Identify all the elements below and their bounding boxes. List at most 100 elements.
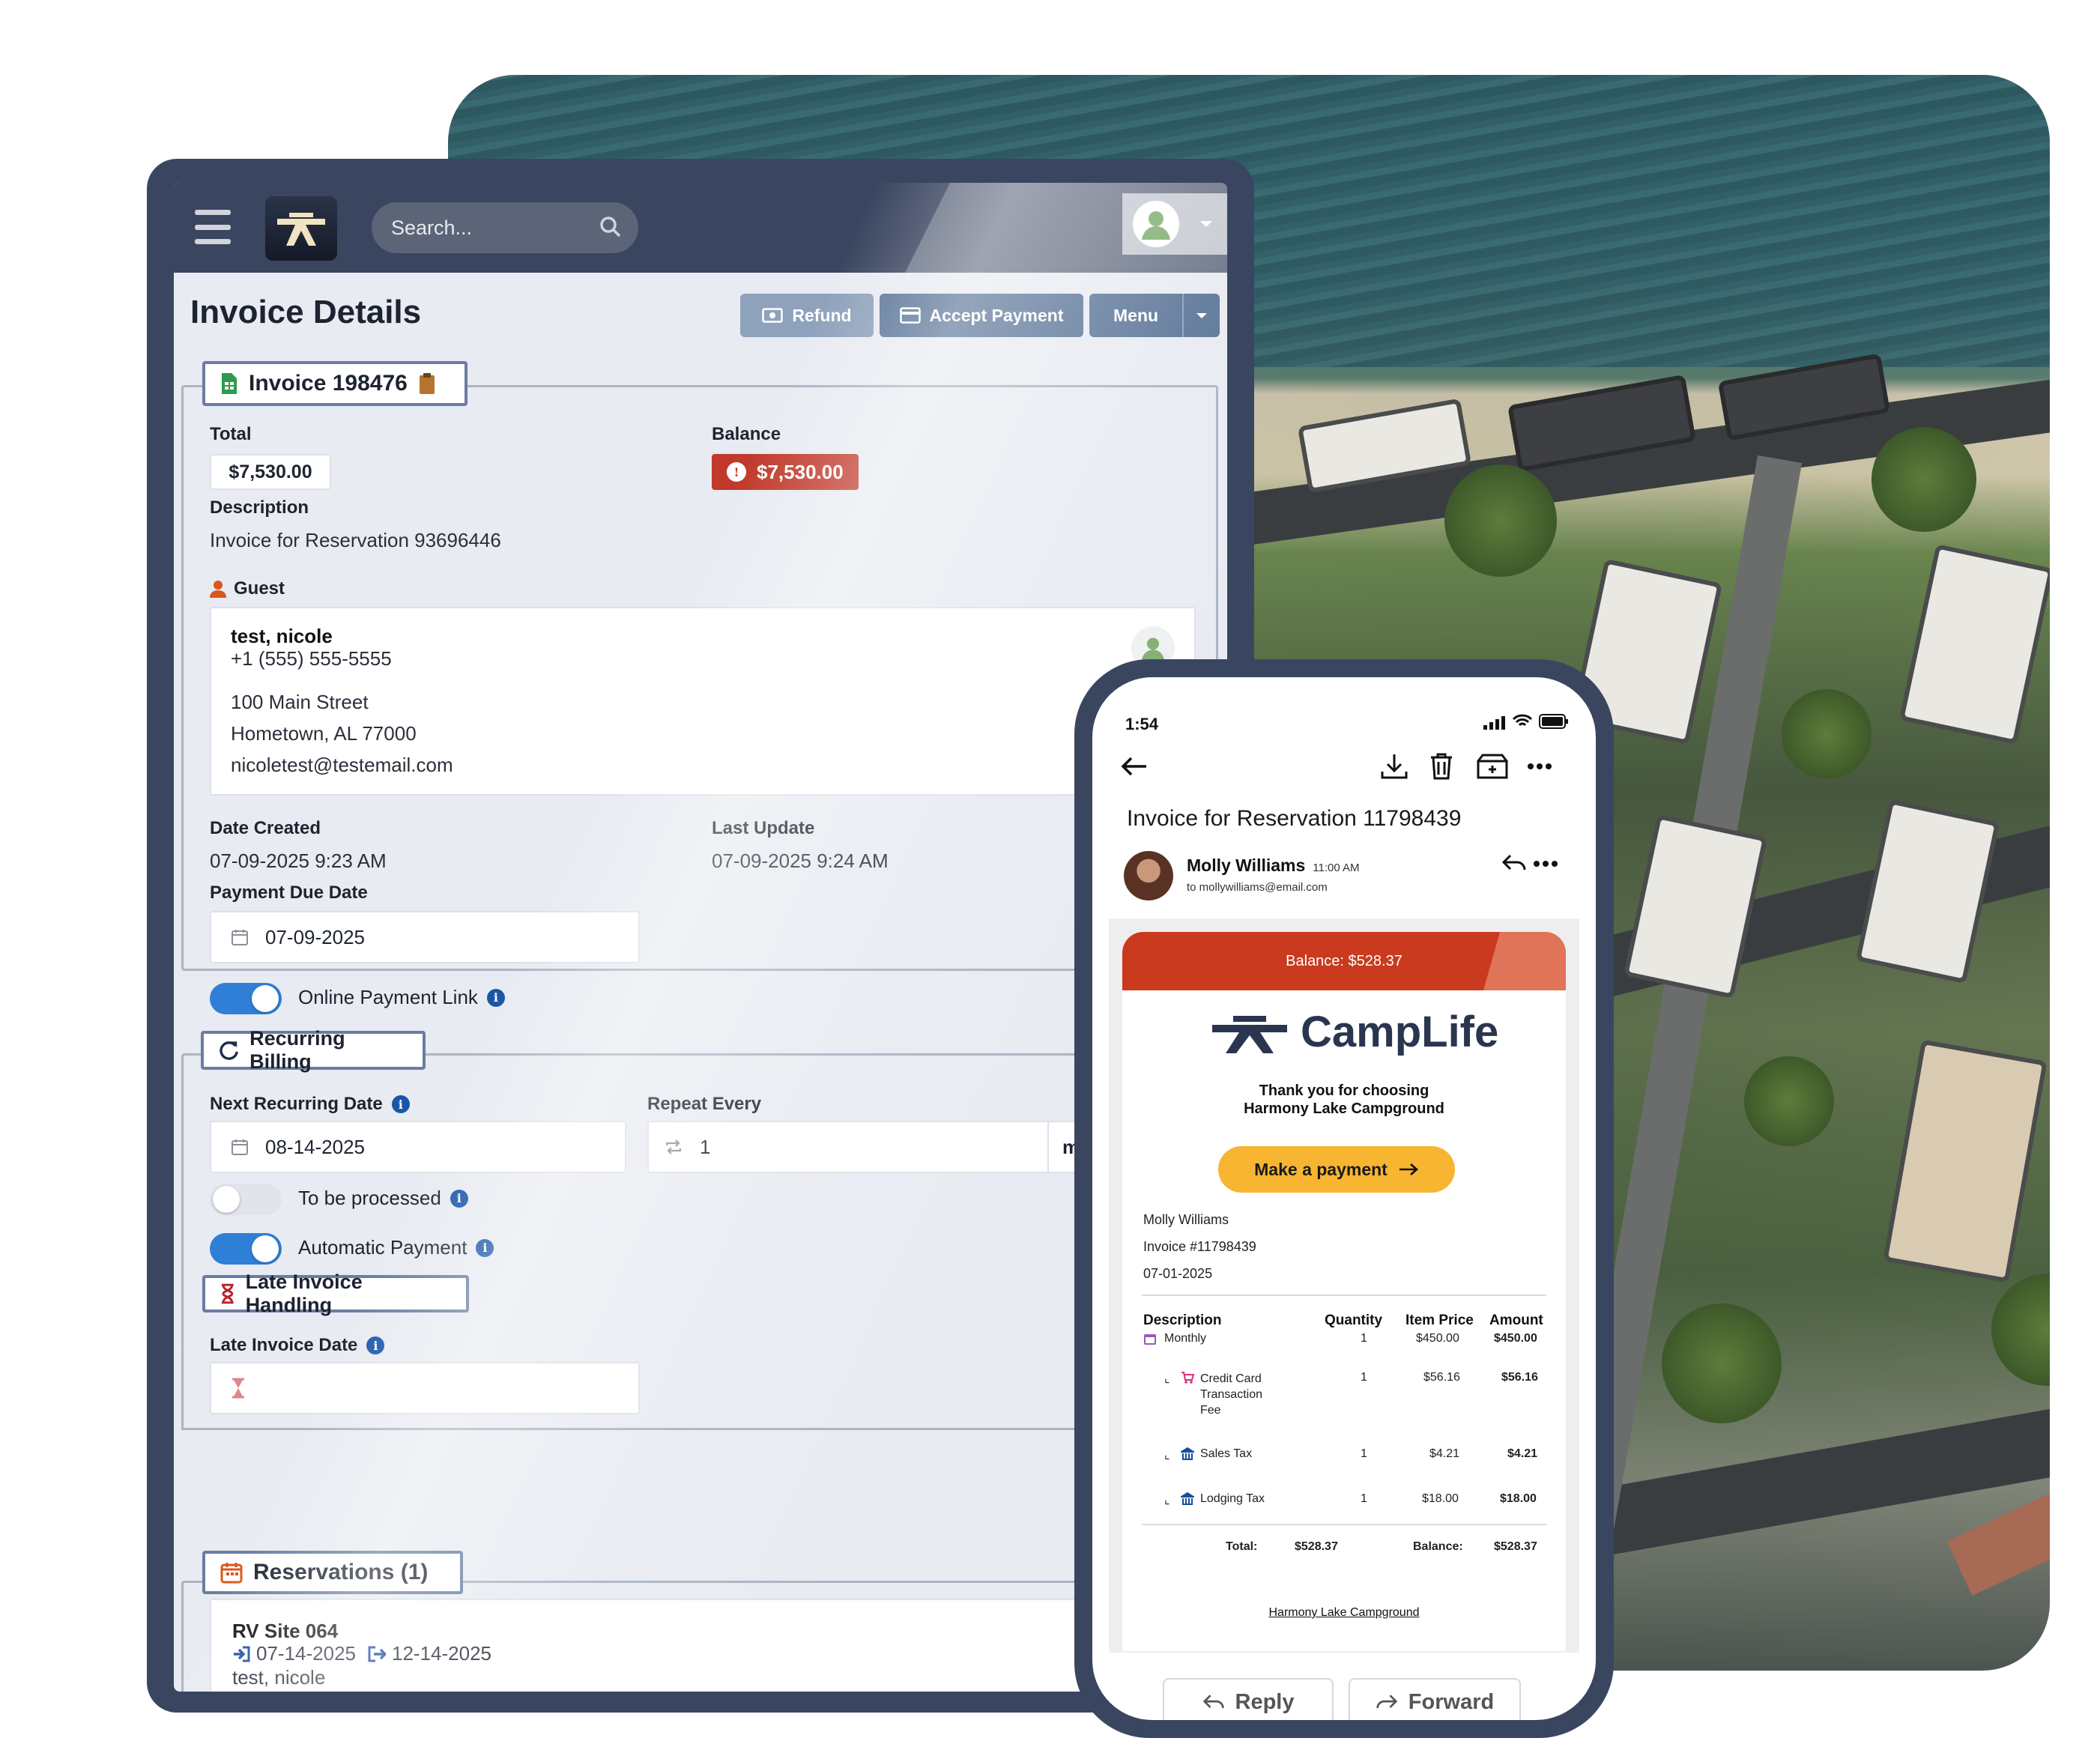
info-icon[interactable]: i — [450, 1189, 468, 1208]
more-options-icon[interactable] — [1533, 860, 1558, 868]
repeat-every-value: 1 — [700, 1135, 711, 1158]
marketing-composite: Search... Invoice Details Refund Accept … — [0, 0, 2100, 1747]
sub-item-marker: ⌞ — [1164, 1449, 1170, 1462]
line-item-amount: $18.00 — [1500, 1492, 1537, 1505]
archive-icon[interactable] — [1476, 752, 1509, 781]
guest-email[interactable]: nicoletest@testemail.com — [231, 754, 453, 777]
sender-avatar — [1124, 851, 1173, 900]
refund-label: Refund — [792, 305, 852, 325]
guest-name: test, nicole — [231, 625, 333, 647]
payment-due-date-input[interactable]: 07-09-2025 — [210, 911, 640, 963]
repeat-every-label: Repeat Every — [647, 1094, 762, 1114]
recipient-line: to mollywilliams@email.com — [1187, 881, 1328, 894]
online-payment-toggle[interactable] — [210, 983, 282, 1014]
total-label: Total — [210, 424, 252, 444]
calendar-icon — [220, 1563, 243, 1584]
battery-icon — [1539, 714, 1568, 729]
reservation-card[interactable]: RV Site 064 07-14-2025 12-14-2025 test, … — [210, 1599, 1196, 1692]
email-app-screen: 1:54 Invoice for Reservation 11798439 Mo… — [1092, 677, 1596, 1720]
sender-time: 11:00 AM — [1313, 862, 1360, 874]
automatic-payment-toggle[interactable] — [210, 1233, 282, 1265]
hamburger-menu-icon[interactable] — [195, 210, 231, 244]
line-item-amount: $450.00 — [1494, 1332, 1537, 1345]
late-invoice-date-label-row: Late Invoice Date i — [210, 1335, 385, 1356]
menu-dropdown-toggle[interactable] — [1182, 294, 1220, 337]
next-recurring-date-input[interactable]: 08-14-2025 — [210, 1121, 626, 1173]
bank-icon — [1181, 1447, 1194, 1460]
trash-icon[interactable] — [1429, 752, 1453, 781]
download-icon[interactable] — [1380, 752, 1408, 781]
invoice-legend: Invoice 198476 — [202, 361, 467, 406]
repeat-icon — [665, 1139, 682, 1154]
total-label: Total: — [1226, 1540, 1258, 1553]
info-icon[interactable]: i — [486, 988, 505, 1007]
email-subject: Invoice for Reservation 11798439 — [1127, 806, 1462, 831]
guest-label: Guest — [234, 578, 285, 599]
line-item-description: Lodging Tax — [1200, 1492, 1265, 1505]
cart-icon — [1181, 1372, 1194, 1384]
invoice-date: 07-01-2025 — [1143, 1266, 1213, 1281]
user-avatar-icon — [1133, 201, 1179, 247]
menu-button[interactable]: Menu — [1089, 294, 1220, 337]
reply-button[interactable]: Reply — [1163, 1678, 1334, 1720]
line-item-amount: $4.21 — [1507, 1447, 1538, 1460]
payment-due-label: Payment Due Date — [210, 882, 368, 903]
admin-app-screen: Search... Invoice Details Refund Accept … — [174, 183, 1227, 1692]
reservation-site: RV Site 064 — [232, 1620, 339, 1642]
reply-label: Reply — [1235, 1689, 1295, 1714]
top-navbar: Search... — [174, 183, 1227, 273]
online-payment-label-row: Online Payment Link i — [298, 986, 505, 1009]
customer-name: Molly Williams — [1143, 1212, 1229, 1227]
make-payment-label: Make a payment — [1254, 1159, 1388, 1179]
reply-icon — [1202, 1695, 1224, 1709]
column-description: Description — [1143, 1312, 1222, 1328]
more-options-icon[interactable] — [1527, 763, 1552, 770]
sender-name: Molly Williams — [1187, 856, 1306, 875]
reply-icon[interactable] — [1501, 854, 1527, 872]
next-recurring-date-value: 08-14-2025 — [265, 1135, 365, 1158]
late-section-border-bottom — [181, 1428, 1218, 1430]
clipboard-icon[interactable] — [418, 372, 436, 395]
line-item-quantity: 1 — [1361, 1332, 1367, 1345]
page-title: Invoice Details — [190, 294, 422, 330]
line-item-description-part: Credit Card — [1200, 1372, 1262, 1385]
camplife-logo-icon — [1212, 1015, 1287, 1053]
line-item-quantity: 1 — [1361, 1447, 1367, 1460]
late-invoice-date-input[interactable] — [210, 1362, 640, 1414]
back-arrow-icon[interactable] — [1121, 755, 1148, 778]
total-value: $528.37 — [1295, 1540, 1338, 1553]
line-item-amount: $56.16 — [1501, 1371, 1538, 1384]
sign-in-icon — [234, 1646, 250, 1662]
balance-label: Balance: — [1413, 1540, 1463, 1553]
invoice-number-line: Invoice #11798439 — [1143, 1239, 1256, 1254]
user-menu-button[interactable] — [1122, 193, 1227, 255]
thanks-message: Thank you for choosing Harmony Lake Camp… — [1122, 1082, 1566, 1118]
bank-icon — [1181, 1492, 1194, 1505]
refund-button[interactable]: Refund — [740, 294, 874, 337]
info-icon[interactable]: i — [366, 1336, 385, 1354]
guest-card[interactable]: test, nicole +1 (555) 555-5555 100 Main … — [210, 607, 1196, 796]
forward-icon — [1376, 1695, 1398, 1709]
camplife-logo[interactable] — [265, 196, 337, 261]
accept-payment-button[interactable]: Accept Payment — [880, 294, 1083, 337]
info-icon[interactable]: i — [391, 1095, 410, 1113]
campground-link[interactable]: Harmony Lake Campground — [1122, 1606, 1566, 1620]
signal-icon — [1483, 716, 1505, 730]
search-input[interactable]: Search... — [372, 202, 638, 253]
line-item-price: $56.16 — [1423, 1371, 1460, 1384]
info-icon[interactable]: i — [476, 1238, 494, 1257]
online-payment-label: Online Payment Link — [298, 986, 478, 1008]
to-be-processed-toggle[interactable] — [210, 1184, 282, 1215]
total-value: $7,530.00 — [210, 454, 331, 490]
automatic-payment-label: Automatic Payment — [298, 1236, 467, 1259]
sender-line: Molly Williams 11:00 AM — [1187, 856, 1360, 876]
line-item-description: Monthly — [1164, 1332, 1207, 1345]
forward-button[interactable]: Forward — [1349, 1678, 1521, 1720]
line-item-description-part: Transaction — [1200, 1388, 1262, 1401]
make-payment-button[interactable]: Make a payment — [1218, 1146, 1455, 1193]
hourglass-icon — [221, 1283, 234, 1304]
forward-label: Forward — [1408, 1689, 1495, 1714]
balance-value: $528.37 — [1494, 1540, 1537, 1553]
repeat-every-input[interactable]: 1 — [647, 1121, 1052, 1173]
next-recurring-date-label: Next Recurring Date — [210, 1094, 383, 1114]
